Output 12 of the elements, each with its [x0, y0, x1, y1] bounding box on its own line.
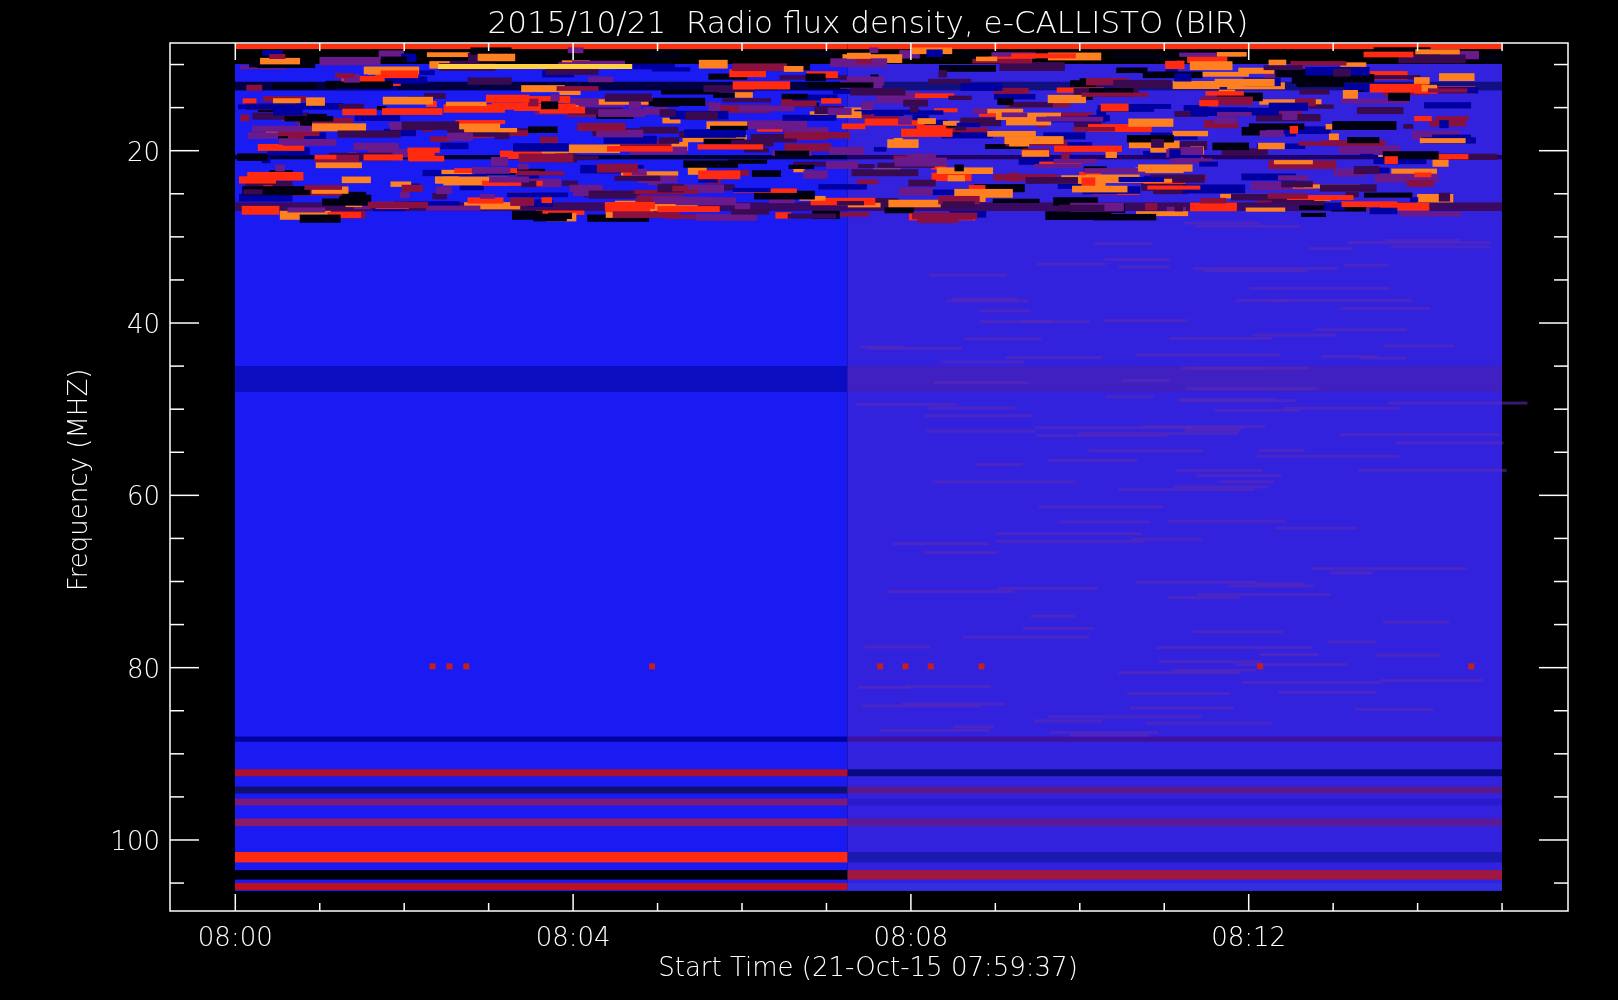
x-tick-label: 08:04: [535, 922, 611, 952]
x-axis-label: Start Time (21-Oct-15 07:59:37): [658, 952, 1078, 982]
chart-title: 2015/10/21 Radio flux density, e-CALLISTO (BIR): [487, 4, 1249, 40]
x-tick-label: 08:08: [873, 922, 949, 952]
y-tick-label: 20: [126, 136, 160, 167]
y-tick-label: 40: [126, 309, 160, 339]
y-tick-label: 60: [126, 481, 160, 512]
x-tick-label: 08:00: [197, 922, 273, 952]
y-tick-label: 80: [126, 653, 160, 684]
y-axis-label: Frequency (MHZ): [63, 368, 93, 592]
y-tick-label: 100: [110, 826, 160, 856]
x-tick-label: 08:12: [1211, 922, 1287, 952]
